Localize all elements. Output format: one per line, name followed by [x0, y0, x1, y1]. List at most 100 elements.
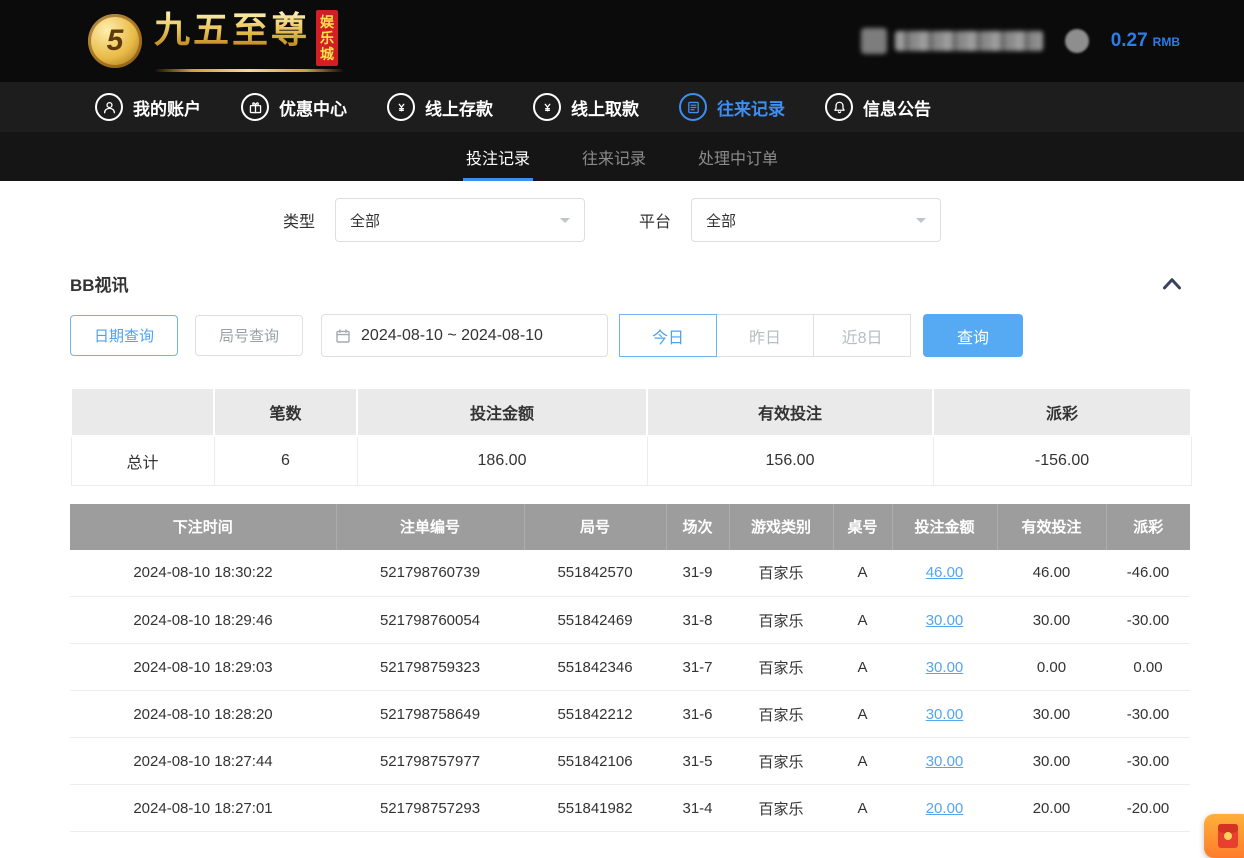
nav-label: 线上取款 [571, 95, 639, 120]
cell-order: 521798759323 [336, 644, 524, 691]
nav-label: 线上存款 [425, 95, 493, 120]
cell-session: 31-7 [666, 644, 729, 691]
cell-round: 551842469 [524, 597, 666, 644]
cell-payout: 0.00 [1106, 644, 1190, 691]
header-table: 桌号 [833, 504, 892, 550]
round-query-button[interactable]: 局号查询 [195, 315, 303, 356]
cell-order: 521798760739 [336, 550, 524, 597]
summary-table: 笔数 投注金额 有效投注 派彩 总计 6 186.00 156.00 -156.… [70, 387, 1192, 486]
cell-session: 31-4 [666, 785, 729, 832]
date-query-button[interactable]: 日期查询 [70, 315, 178, 356]
cell-table: A [833, 691, 892, 738]
filter-row: 类型 全部 平台 全部 [0, 181, 1244, 257]
cell-game: 百家乐 [729, 644, 833, 691]
query-controls: 日期查询 局号查询 2024-08-10 ~ 2024-08-10 今日 昨日 … [0, 314, 1244, 357]
cell-time: 2024-08-10 18:29:46 [70, 597, 336, 644]
cell-valid: 20.00 [997, 785, 1106, 832]
cell-order: 521798757977 [336, 738, 524, 785]
brand-badge: 娱乐城 [316, 10, 338, 66]
bet-amount-link[interactable]: 30.00 [926, 612, 964, 629]
censored-username[interactable] [861, 28, 1043, 54]
nav-item-deposit[interactable]: 线上存款 [387, 93, 493, 121]
cell-round: 551842106 [524, 738, 666, 785]
table-row: 2024-08-10 18:28:20 521798758649 5518422… [70, 691, 1190, 738]
summary-header-blank [71, 388, 214, 436]
table-row: 2024-08-10 18:30:22 521798760739 5518425… [70, 550, 1190, 597]
records-icon [679, 93, 707, 121]
coin-icon: 5 [88, 14, 142, 68]
red-envelope-icon [1218, 824, 1238, 848]
cell-table: A [833, 644, 892, 691]
cell-order: 521798757293 [336, 785, 524, 832]
platform-filter-label: 平台 [639, 208, 671, 232]
summary-bet: 186.00 [357, 436, 647, 485]
top-header: 5 九五至尊 娱乐城 0.27 RMB [0, 0, 1244, 82]
platform-select-value: 全部 [706, 210, 736, 231]
cell-game: 百家乐 [729, 785, 833, 832]
type-select[interactable]: 全部 [335, 198, 585, 242]
type-select-value: 全部 [350, 210, 380, 231]
summary-header-count: 笔数 [214, 388, 357, 436]
main-nav: 我的账户 优惠中心 线上存款 线上取款 往来记录 信息公告 [0, 82, 1244, 132]
cell-table: A [833, 738, 892, 785]
cell-payout: -30.00 [1106, 738, 1190, 785]
withdraw-coin-icon [533, 93, 561, 121]
today-button[interactable]: 今日 [619, 314, 717, 357]
nav-item-my-account[interactable]: 我的账户 [95, 93, 201, 121]
last8days-button[interactable]: 近8日 [813, 314, 911, 357]
cell-payout: -46.00 [1106, 550, 1190, 597]
brand-flourish-decoration [154, 69, 344, 72]
quick-date-group: 今日 昨日 近8日 [620, 314, 911, 357]
cell-time: 2024-08-10 18:29:03 [70, 644, 336, 691]
table-row: 2024-08-10 18:29:03 521798759323 5518423… [70, 644, 1190, 691]
tab-bet-records[interactable]: 投注记录 [463, 132, 533, 181]
nav-item-promotions[interactable]: 优惠中心 [241, 93, 347, 121]
date-range-value: 2024-08-10 ~ 2024-08-10 [361, 327, 543, 345]
nav-item-withdrawal[interactable]: 线上取款 [533, 93, 639, 121]
collapse-chevron-up-icon[interactable] [1162, 277, 1182, 290]
brand-logo[interactable]: 5 九五至尊 娱乐城 [88, 10, 344, 72]
search-button[interactable]: 查询 [923, 314, 1023, 357]
section-header: BB视讯 [0, 257, 1244, 314]
cell-order: 521798760054 [336, 597, 524, 644]
avatar [861, 28, 887, 54]
nav-label: 信息公告 [863, 95, 931, 120]
tab-transaction-records[interactable]: 往来记录 [579, 132, 649, 181]
cell-session: 31-9 [666, 550, 729, 597]
nav-label: 优惠中心 [279, 95, 347, 120]
date-range-input[interactable]: 2024-08-10 ~ 2024-08-10 [321, 314, 608, 357]
bell-icon [825, 93, 853, 121]
promo-float-widget[interactable] [1204, 814, 1244, 858]
cell-game: 百家乐 [729, 691, 833, 738]
header-order: 注单编号 [336, 504, 524, 550]
nav-item-announcements[interactable]: 信息公告 [825, 93, 931, 121]
record-tabs: 投注记录 往来记录 处理中订单 [0, 132, 1244, 181]
user-icon [95, 93, 123, 121]
bet-amount-link[interactable]: 30.00 [926, 706, 964, 723]
balance: 0.27 RMB [1111, 30, 1180, 52]
cell-round: 551842570 [524, 550, 666, 597]
bet-amount-link[interactable]: 20.00 [926, 800, 964, 817]
section-title-bb-video: BB视讯 [70, 271, 129, 296]
table-row: 2024-08-10 18:27:01 521798757293 5518419… [70, 785, 1190, 832]
username-redacted [895, 31, 1043, 51]
bet-amount-link[interactable]: 30.00 [926, 659, 964, 676]
bet-amount-link[interactable]: 30.00 [926, 753, 964, 770]
nav-label: 往来记录 [717, 95, 785, 120]
deposit-coin-icon [387, 93, 415, 121]
platform-select[interactable]: 全部 [691, 198, 941, 242]
cell-session: 31-8 [666, 597, 729, 644]
table-row: 2024-08-10 18:27:44 521798757977 5518421… [70, 738, 1190, 785]
balance-currency: RMB [1153, 35, 1180, 49]
summary-count: 6 [214, 436, 357, 485]
tab-processing-orders[interactable]: 处理中订单 [695, 132, 781, 181]
cell-valid: 46.00 [997, 550, 1106, 597]
bet-amount-link[interactable]: 46.00 [926, 564, 964, 581]
header-time: 下注时间 [70, 504, 336, 550]
yesterday-button[interactable]: 昨日 [716, 314, 814, 357]
summary-valid: 156.00 [647, 436, 933, 485]
nav-item-records[interactable]: 往来记录 [679, 93, 785, 121]
balance-coin-icon[interactable] [1065, 29, 1089, 53]
brand-name: 九五至尊 [154, 10, 310, 50]
gift-icon [241, 93, 269, 121]
